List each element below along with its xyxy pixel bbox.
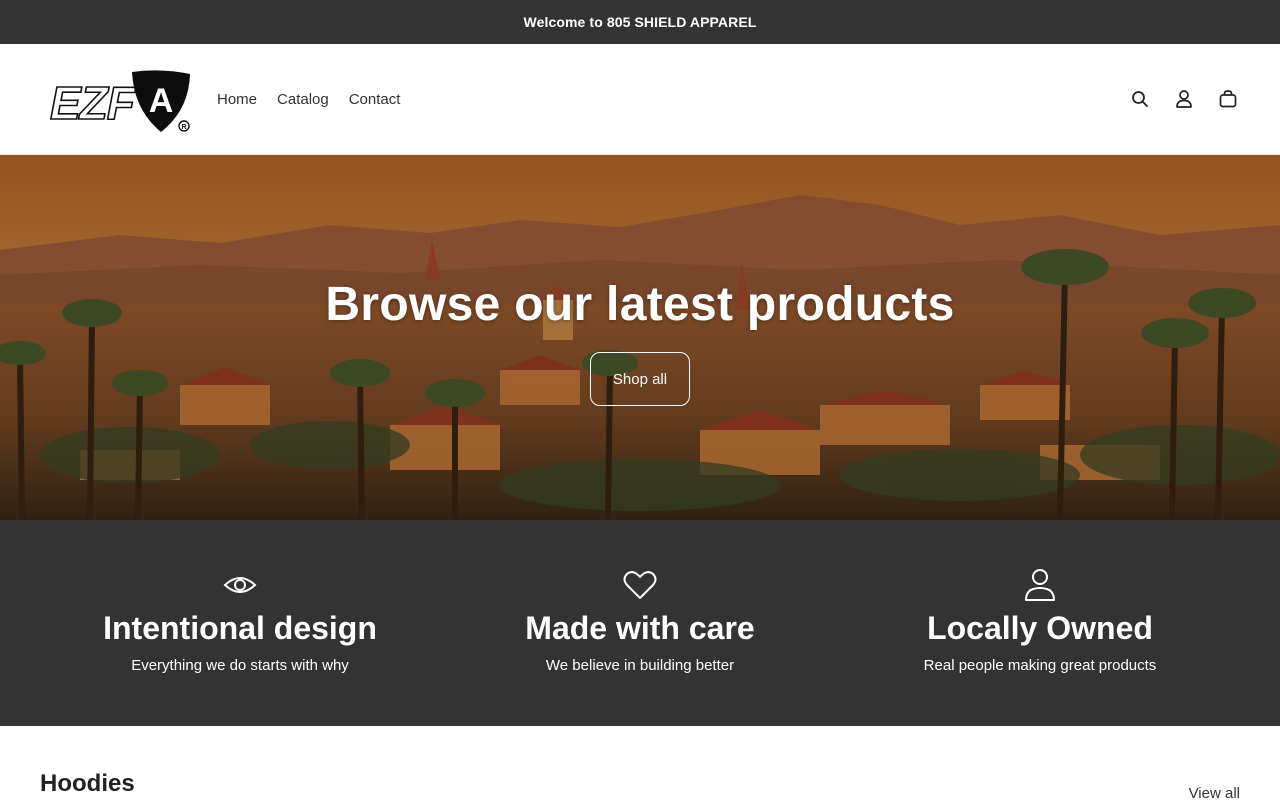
shop-all-button[interactable]: Shop all [589,352,691,406]
logo-graphic: EZF A R [50,69,190,132]
search-icon[interactable] [1128,87,1152,111]
feature-title: Intentional design [103,610,377,646]
header-icons [1128,87,1240,111]
feature-text: We believe in building better [545,657,735,674]
announcement-text: Welcome to 805 SHIELD APPAREL [523,14,757,30]
person-icon [1024,568,1056,602]
nav-contact[interactable]: Contact [349,91,401,108]
feature-item: Intentional design Everything we do star… [40,520,440,726]
nav-home[interactable]: Home [217,91,257,108]
svg-text:R: R [181,124,186,131]
feature-title: Locally Owned [927,610,1153,646]
hero-title: Browse our latest products [325,278,955,331]
logo-badge-letter: A [149,82,174,120]
announcement-bar: Welcome to 805 SHIELD APPAREL [0,0,1280,44]
site-header: EZF A R Home Catalog Contact [0,44,1280,155]
main-nav: Home Catalog Contact [217,91,400,108]
features-band: Intentional design Everything we do star… [0,520,1280,726]
eye-icon [223,568,257,602]
collection-header: Hoodies View all [0,726,1280,800]
logo-wordmark: EZF [50,77,137,129]
view-all-link[interactable]: View all [1189,785,1240,800]
feature-text: Everything we do starts with why [131,657,349,674]
feature-text: Real people making great products [923,657,1157,674]
account-icon[interactable] [1172,87,1196,111]
cart-icon[interactable] [1216,87,1240,111]
feature-title: Made with care [525,610,755,646]
store-logo[interactable]: EZF A R [50,69,192,134]
hero-banner: Browse our latest products Shop all [0,155,1280,520]
heart-icon [623,568,657,602]
collection-title: Hoodies [40,770,135,797]
feature-item: Locally Owned Real people making great p… [840,520,1240,726]
nav-catalog[interactable]: Catalog [277,91,329,108]
feature-item: Made with care We believe in building be… [440,520,840,726]
hero-content: Browse our latest products Shop all [0,155,1280,520]
